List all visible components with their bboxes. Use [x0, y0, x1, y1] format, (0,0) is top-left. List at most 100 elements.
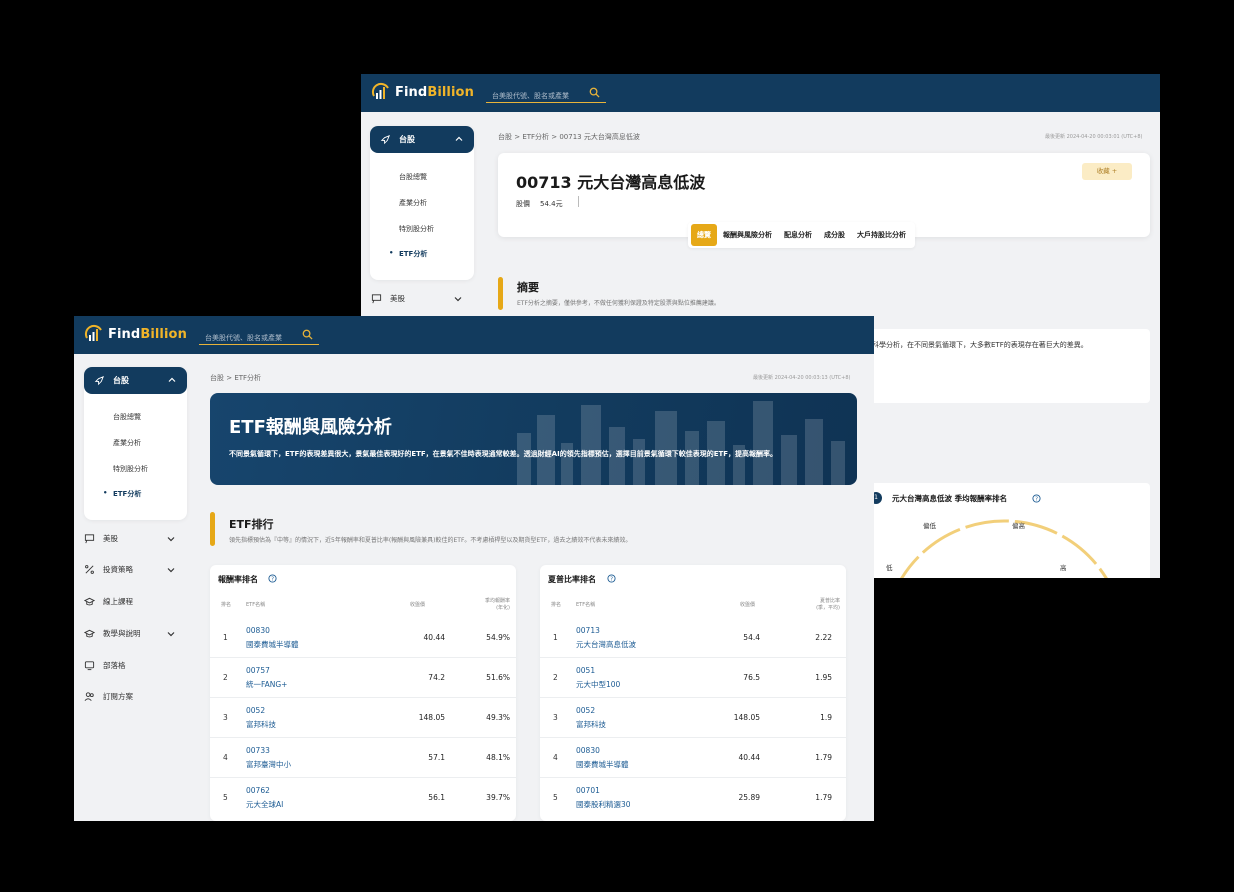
sidebar-sub-overview[interactable]: 台股總覽 — [113, 412, 141, 422]
sidebar-item-tw-stock[interactable]: 台股 — [84, 367, 187, 394]
sidebar-sub-preferred[interactable]: 特別股分析 — [399, 224, 434, 234]
section-description: 領先指標預估為『中等』的情況下，近5年報酬率和夏普比率(報酬與風險兼具)較佳的E… — [229, 537, 632, 544]
sidebar-item-tw-stock[interactable]: 台股 — [370, 126, 474, 153]
help-icon[interactable]: ? — [607, 574, 616, 583]
sidebar-item-label: 投資策略 — [103, 565, 133, 574]
help-icon[interactable]: ? — [268, 574, 277, 583]
search-input[interactable] — [486, 87, 584, 105]
logo[interactable]: FindBillion — [84, 324, 187, 344]
graduation-cap-icon — [84, 597, 95, 606]
sidebar-item-label: 訂閱方案 — [103, 692, 133, 701]
sidebar-item-label: 部落格 — [103, 661, 126, 670]
summary-card: 科學分析，在不同景氣循環下，大多數ETF的表現存在著巨大的差異。 — [864, 329, 1150, 403]
sharpe-ranking-card: 夏普比率排名 ? 排名 ETF名稱 收盤價 夏普比率 (季，平均) 1 00713 元… — [540, 565, 846, 821]
section-accent — [210, 512, 215, 546]
search-bar[interactable] — [486, 83, 606, 105]
table-row[interactable]: 4 00733 富邦臺灣中小 57.1 48.1% — [210, 738, 516, 778]
tab-return-risk[interactable]: 報酬與風險分析 — [717, 224, 778, 246]
section-title: ETF排行 — [229, 518, 274, 531]
header-rank: 排名 — [221, 602, 232, 608]
gauge-label-high: 高 — [1060, 564, 1067, 572]
table-row[interactable]: 2 0051 元大中型100 76.5 1.95 — [540, 658, 846, 698]
logo[interactable]: FindBillion — [371, 82, 474, 102]
sidebar-item-courses[interactable]: 線上課程 — [84, 596, 133, 607]
breadcrumb: 台股 > ETF分析 > 00713 元大台灣高息低波 — [498, 133, 640, 141]
sidebar-sub-industry[interactable]: 產業分析 — [113, 438, 141, 448]
summary-text: 科學分析，在不同景氣循環下，大多數ETF的表現存在著巨大的差異。 — [872, 341, 1088, 349]
sidebar-item-strategy[interactable]: 投資策略 — [84, 564, 175, 575]
table-row[interactable]: 3 0052 富邦科技 148.05 1.9 — [540, 698, 846, 738]
sidebar-item-tutorial[interactable]: 教學與說明 — [84, 628, 175, 639]
tab-major-holders[interactable]: 大戶持股比分析 — [851, 224, 912, 246]
sidebar-card: 台股 台股總覽 產業分析 特別股分析 ETF分析 — [370, 126, 474, 280]
sidebar-sub-overview[interactable]: 台股總覽 — [399, 172, 427, 182]
return-ranking-card: 報酬率排名 ? 排名 ETF名稱 收盤價 季均報酬率 (年化) 1 00830 國泰費… — [210, 565, 516, 821]
price-label: 股價 — [516, 200, 530, 208]
header-price: 收盤價 — [740, 602, 756, 608]
search-icon[interactable] — [302, 329, 313, 340]
table-row[interactable]: 4 00830 國泰費城半導體 40.44 1.79 — [540, 738, 846, 778]
header-price: 收盤價 — [410, 602, 426, 608]
svg-text:?: ? — [1035, 496, 1038, 502]
breadcrumb: 台股 > ETF分析 — [210, 374, 262, 382]
section-title: 摘要 — [517, 281, 539, 294]
search-bar[interactable] — [199, 325, 319, 347]
sidebar-item-us-stock[interactable]: 美股 — [84, 533, 175, 544]
header-name: ETF名稱 — [246, 602, 266, 608]
table-row[interactable]: 2 00757 統一FANG+ 74.2 51.6% — [210, 658, 516, 698]
flag-icon — [84, 534, 95, 544]
sidebar-card: 台股 台股總覽 產業分析 特別股分析 ETF分析 — [84, 367, 187, 520]
sidebar-sub-etf[interactable]: ETF分析 — [389, 249, 427, 259]
hero-banner: ETF報酬與風險分析 不同景氣循環下，ETF的表現差異很大，景氣最佳表現好的ET… — [210, 393, 857, 485]
chevron-down-icon[interactable] — [454, 295, 462, 303]
brand-name: FindBillion — [395, 84, 474, 100]
card-title: 夏普比率排名 — [548, 575, 596, 584]
top-bar: FindBillion — [74, 316, 874, 354]
chevron-down-icon[interactable] — [167, 630, 175, 638]
search-icon[interactable] — [589, 87, 600, 98]
section-accent — [498, 277, 503, 310]
help-icon[interactable]: ? — [1032, 494, 1041, 503]
brand-name: FindBillion — [108, 326, 187, 342]
sidebar-sub-preferred[interactable]: 特別股分析 — [113, 464, 148, 474]
sidebar-item-label: 台股 — [399, 135, 415, 144]
sidebar-sub-etf[interactable]: ETF分析 — [103, 489, 141, 499]
header-metric: 夏普比率 (季，平均) — [816, 598, 840, 611]
tab-overview[interactable]: 總覽 — [691, 224, 717, 246]
tab-constituents[interactable]: 成分股 — [818, 224, 851, 246]
sidebar-item-label: 教學與說明 — [103, 629, 141, 638]
search-input[interactable] — [199, 329, 297, 347]
last-updated: 最後更新 2024-04-20 00:03:01 (UTC+8) — [1045, 134, 1143, 140]
header-metric: 季均報酬率 (年化) — [484, 598, 510, 611]
gauge-label-mid-low: 偏低 — [923, 522, 936, 530]
sidebar-item-us-stock[interactable]: 美股 — [371, 293, 462, 304]
price-value: 54.4元 — [540, 200, 563, 208]
percent-icon — [85, 565, 94, 574]
chevron-up-icon[interactable] — [455, 135, 463, 143]
logo-icon — [371, 82, 389, 99]
svg-text:?: ? — [271, 576, 274, 582]
sidebar-item-blog[interactable]: 部落格 — [84, 660, 126, 671]
table-row[interactable]: 3 0052 富邦科技 148.05 49.3% — [210, 698, 516, 738]
sidebar-item-label: 台股 — [113, 376, 129, 385]
favorite-button[interactable]: 收藏 + — [1082, 163, 1132, 180]
flag-icon — [371, 294, 382, 304]
sidebar-item-subscription[interactable]: 訂閱方案 — [84, 691, 133, 702]
table-row[interactable]: 1 00830 國泰費城半導體 40.44 54.9% — [210, 618, 516, 658]
rocket-icon — [380, 135, 390, 145]
table-row[interactable]: 1 00713 元大台灣高息低波 54.4 2.22 — [540, 618, 846, 658]
rank-card: 1 元大台灣高息低波 季均報酬率排名 ? 偏低 偏高 低 高 — [864, 483, 1150, 578]
table-row[interactable]: 5 00701 國泰股利精選30 25.89 1.79 — [540, 778, 846, 818]
tab-bar: 總覽 報酬與風險分析 配息分析 成分股 大戶持股比分析 — [688, 222, 915, 248]
city-skyline-decoration — [517, 401, 845, 485]
sidebar-sub-industry[interactable]: 產業分析 — [399, 198, 427, 208]
tab-dividend[interactable]: 配息分析 — [778, 224, 818, 246]
chevron-down-icon[interactable] — [167, 535, 175, 543]
chevron-up-icon[interactable] — [168, 376, 176, 384]
section-description: ETF分析之摘要，僅供參考，不做任何獲利保證及特定股票與點位推薦建議。 — [517, 300, 720, 307]
chevron-down-icon[interactable] — [167, 566, 175, 574]
page-title: 00713 元大台灣高息低波 — [516, 173, 706, 192]
front-window: FindBillion 台股 台股總覽 產業分析 特別股分析 ETF分析 美股 … — [74, 316, 874, 821]
table-row[interactable]: 5 00762 元大全球AI 56.1 39.7% — [210, 778, 516, 818]
logo-icon — [84, 324, 102, 341]
